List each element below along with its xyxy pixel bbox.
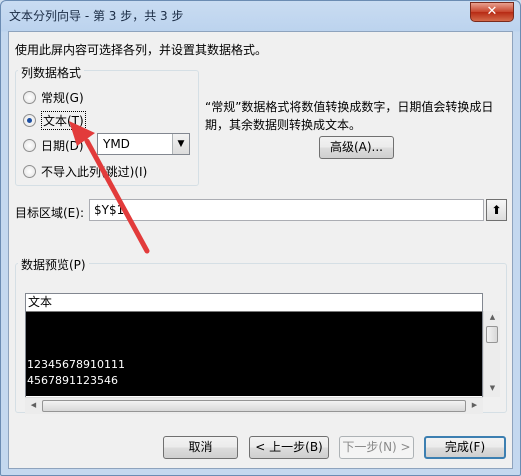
close-icon: ✕ xyxy=(486,4,498,19)
scroll-down-icon[interactable]: ▼ xyxy=(484,384,501,392)
radio-date-label: 日期(D) xyxy=(41,138,84,153)
data-preview[interactable]: 文本 12345678910111 4567891123546 xyxy=(25,293,483,413)
back-button[interactable]: < 上一步(B) xyxy=(249,436,329,459)
horizontal-scroll-thumb[interactable] xyxy=(42,400,466,412)
scroll-right-icon[interactable]: ▶ xyxy=(466,401,483,409)
preview-vertical-scrollbar[interactable]: ▲ ▼ xyxy=(483,311,500,397)
preview-row: 4567891123546 xyxy=(27,374,118,387)
preview-legend: 数据预览(P) xyxy=(18,256,89,273)
title-bar[interactable]: 文本分列向导 - 第 3 步，共 3 步 ✕ xyxy=(1,1,520,31)
radio-date[interactable]: 日期(D) xyxy=(23,136,84,154)
scroll-left-icon[interactable]: ◀ xyxy=(25,401,42,409)
window-title: 文本分列向导 - 第 3 步，共 3 步 xyxy=(9,9,184,23)
preview-row: 12345678910111 xyxy=(27,358,125,371)
radio-general[interactable]: 常规(G) xyxy=(23,88,84,106)
format-description: “常规”数据格式将数值转换成数字，日期值会转换成日期，其余数据则转换成文本。 xyxy=(205,100,494,132)
preview-horizontal-scrollbar[interactable]: ◀ ▶ xyxy=(25,397,483,414)
radio-skip[interactable]: 不导入此列(跳过)(I) xyxy=(23,162,147,180)
collapse-dialog-button[interactable]: ⬆ xyxy=(486,199,507,221)
radio-text-label: 文本(T) xyxy=(41,110,86,130)
dropdown-arrow-icon[interactable]: ▼ xyxy=(172,134,189,154)
scroll-up-icon[interactable]: ▲ xyxy=(484,313,501,321)
cancel-button[interactable]: 取消 xyxy=(163,436,238,459)
preview-column-header[interactable]: 文本 xyxy=(26,294,482,312)
finish-button[interactable]: 完成(F) xyxy=(424,436,506,459)
preview-column-body[interactable]: 12345678910111 4567891123546 xyxy=(26,312,482,396)
radio-general-label: 常规(G) xyxy=(41,90,84,105)
date-format-value: YMD xyxy=(103,137,130,151)
vertical-scroll-thumb[interactable] xyxy=(486,326,498,343)
column-format-legend: 列数据格式 xyxy=(18,64,85,81)
advanced-button[interactable]: 高级(A)... xyxy=(319,136,394,159)
target-value: $Y$1 xyxy=(94,203,125,217)
collapse-icon: ⬆ xyxy=(491,203,502,217)
preview-header-label: 文本 xyxy=(28,295,53,309)
next-button[interactable]: 下一步(N) > xyxy=(339,436,414,459)
instruction-text: 使用此屏内容可选择各列，并设置其数据格式。 xyxy=(15,43,268,57)
wizard-window: 文本分列向导 - 第 3 步，共 3 步 ✕ 使用此屏内容可选择各列，并设置其数… xyxy=(0,0,521,476)
target-input[interactable]: $Y$1 xyxy=(89,199,484,221)
radio-text[interactable]: 文本(T) xyxy=(23,110,86,130)
radio-text-indicator[interactable] xyxy=(23,113,36,127)
close-button[interactable]: ✕ xyxy=(470,2,514,22)
dialog-body: 使用此屏内容可选择各列，并设置其数据格式。 列数据格式 常规(G) 文本(T) … xyxy=(8,31,513,469)
radio-skip-indicator[interactable] xyxy=(23,164,36,178)
radio-date-indicator[interactable] xyxy=(23,138,36,152)
radio-skip-label: 不导入此列(跳过)(I) xyxy=(41,164,148,179)
target-label: 目标区域(E): xyxy=(15,206,84,220)
radio-general-indicator[interactable] xyxy=(23,90,36,104)
date-format-select[interactable]: YMD ▼ xyxy=(97,133,190,155)
